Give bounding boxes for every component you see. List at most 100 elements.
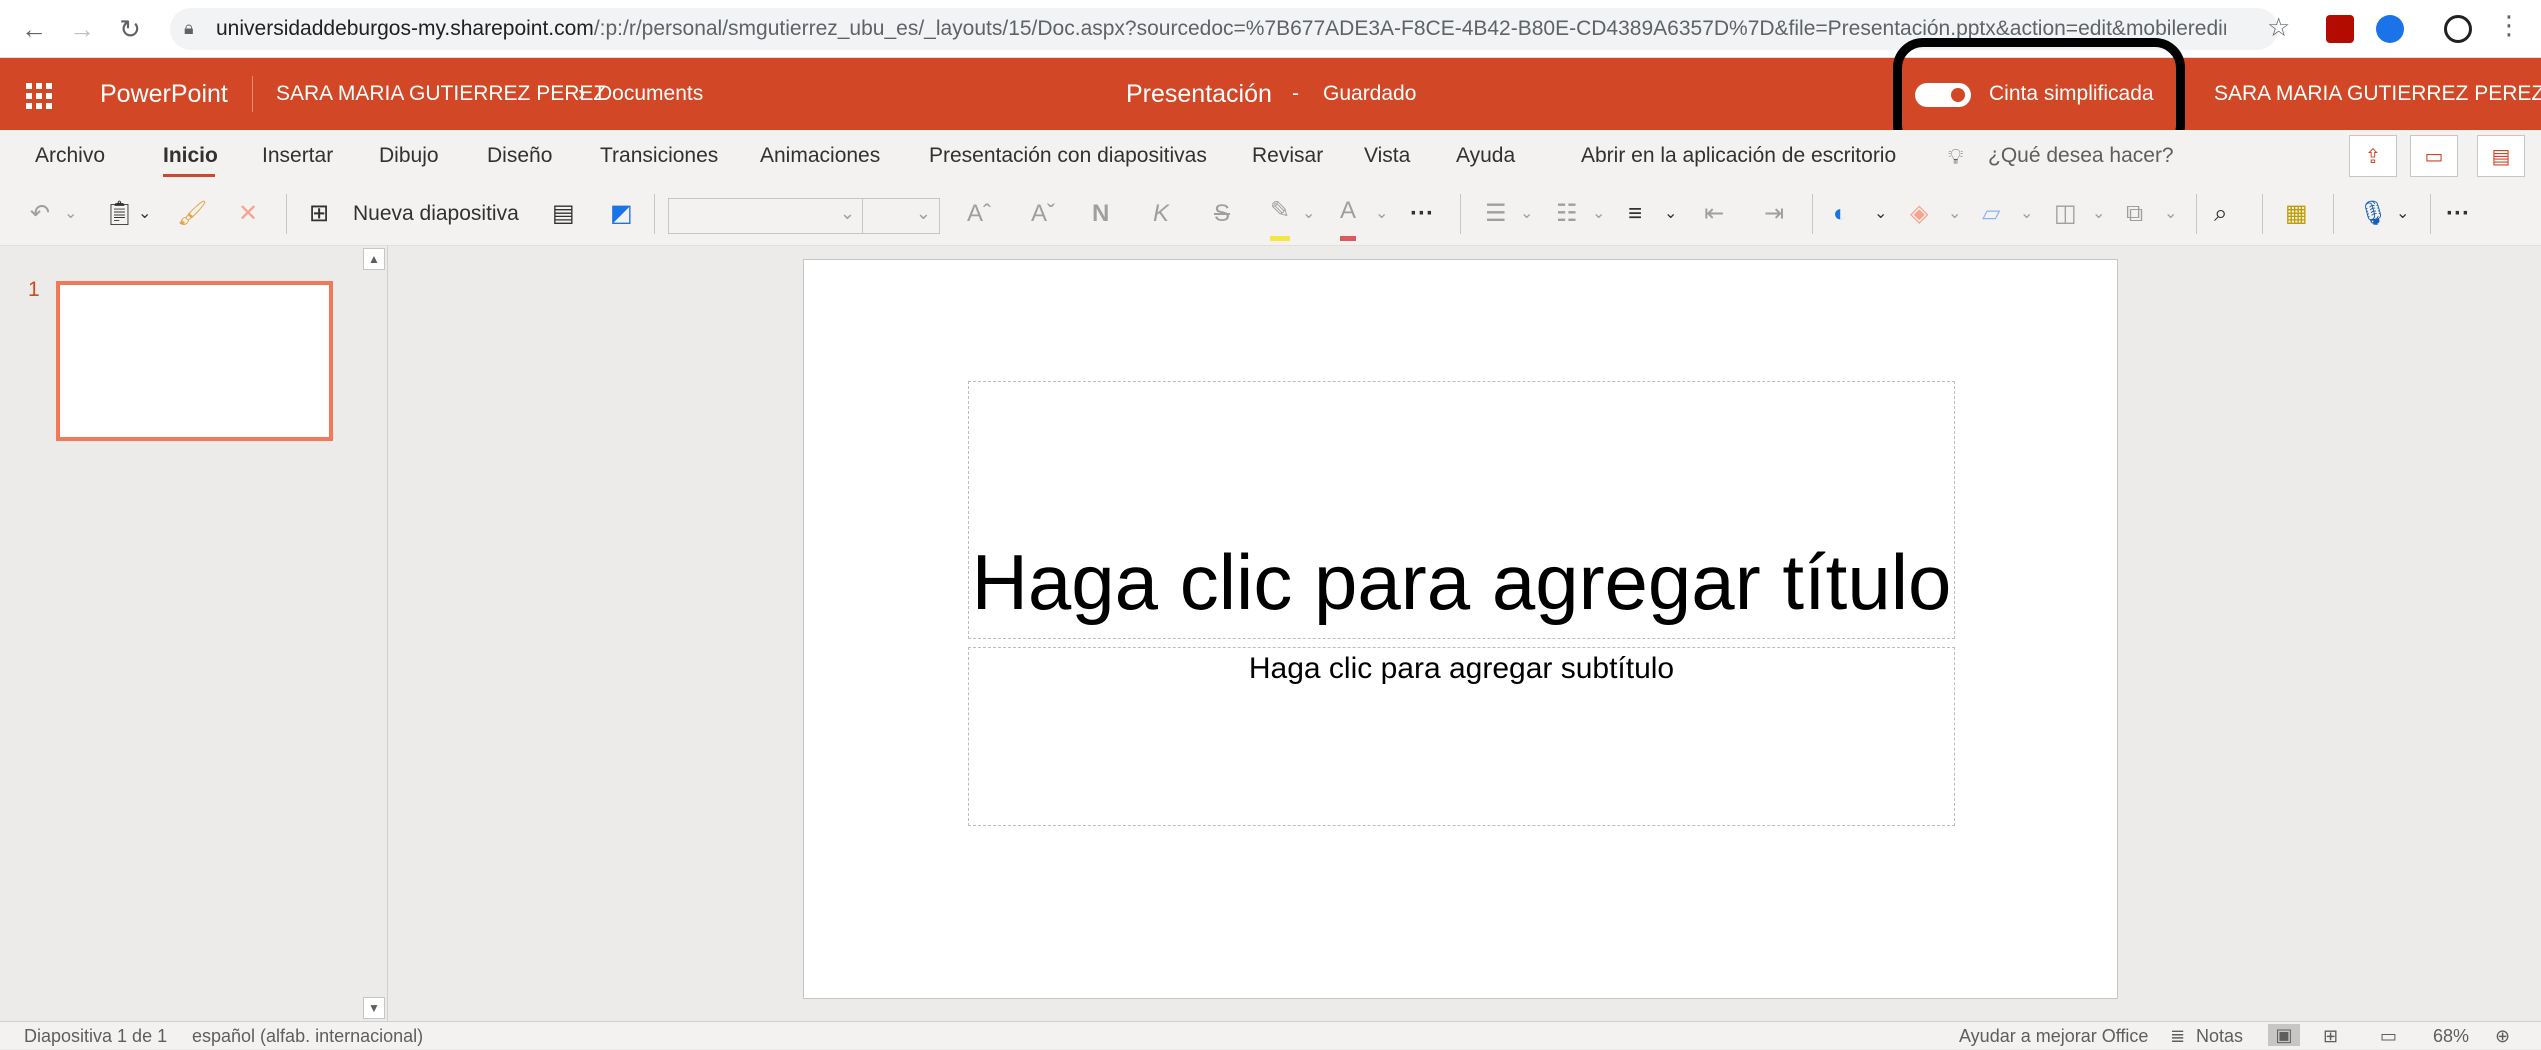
highlight-icon[interactable]: ✎ <box>1270 186 1291 241</box>
comments-icon[interactable]: ▭ <box>2410 135 2458 177</box>
tab-animaciones[interactable]: Animaciones <box>760 130 880 182</box>
dictate-dropdown-chevron-icon[interactable]: ⌄ <box>2396 182 2409 246</box>
design-ideas-icon[interactable]: ◩ <box>610 182 633 246</box>
new-slide-button[interactable]: Nueva diapositiva <box>353 182 519 246</box>
forward-arrow-icon[interactable]: → <box>67 14 97 44</box>
align-icon[interactable]: ≡ <box>1628 182 1642 246</box>
simplified-ribbon-toggle[interactable] <box>1915 83 1971 107</box>
paste-icon[interactable]: 📋︎ <box>104 182 134 246</box>
toolbar-separator <box>286 194 287 234</box>
app-header: PowerPoint SARA MARIA GUTIERREZ PEREZ › … <box>0 58 2541 130</box>
more-options-icon[interactable]: ··· <box>2446 182 2470 246</box>
app-name[interactable]: PowerPoint <box>100 58 228 130</box>
slide-sorter-icon[interactable]: ⊞ <box>2323 1022 2338 1050</box>
tab-vista[interactable]: Vista <box>1364 130 1410 182</box>
url-text[interactable]: universidaddeburgos-my.sharepoint.com/:p… <box>216 8 2226 50</box>
thumbnail-scrollbar[interactable] <box>363 246 385 1021</box>
tab-insertar[interactable]: Insertar <box>262 130 333 182</box>
shape-effects-icon[interactable]: ◫ <box>2054 182 2077 246</box>
reload-icon[interactable]: ↻ <box>115 14 145 44</box>
numbering-dropdown-chevron-icon[interactable]: ⌄ <box>1592 182 1605 246</box>
present-icon[interactable]: ▤ <box>2477 135 2525 177</box>
increase-font-icon[interactable]: Aˆ <box>967 182 991 246</box>
subtitle-placeholder[interactable]: Haga clic para agregar subtítulo <box>968 647 1955 826</box>
lightbulb-icon: 💡︎ <box>1948 144 1964 169</box>
format-painter-icon[interactable]: 🖌︎ <box>177 182 207 246</box>
back-arrow-icon[interactable]: ← <box>19 14 49 44</box>
app-launcher-icon[interactable] <box>26 83 52 109</box>
bullets-icon[interactable]: ☰ <box>1485 182 1507 246</box>
simplified-ribbon-label[interactable]: Cinta simplificada <box>1989 58 2154 130</box>
bullets-dropdown-chevron-icon[interactable]: ⌄ <box>1520 182 1533 246</box>
document-title[interactable]: Presentación <box>1126 58 1272 130</box>
search-icon[interactable]: ⌕ <box>2214 182 2227 246</box>
breadcrumb-folder[interactable]: Documents <box>597 58 703 130</box>
notes-button[interactable]: Notas <box>2196 1022 2243 1050</box>
increase-indent-icon[interactable]: ⇥ <box>1764 182 1784 246</box>
user-name[interactable]: SARA MARIA GUTIERREZ PEREZ <box>2214 58 2541 130</box>
font-name-dropdown[interactable]: ⌄ <box>668 198 864 234</box>
browser-menu-icon[interactable]: ⋮ <box>2496 10 2522 41</box>
shape-effects-dropdown-chevron-icon[interactable]: ⌄ <box>2092 182 2105 246</box>
bold-icon[interactable]: N <box>1092 182 1109 246</box>
shape-outline-icon[interactable]: ▱ <box>1982 182 2000 246</box>
title-placeholder[interactable]: Haga clic para agregar título <box>968 381 1955 639</box>
layout-icon[interactable]: ▤ <box>552 182 575 246</box>
scroll-down-icon[interactable]: ▼ <box>363 997 385 1019</box>
numbering-icon[interactable]: ☷ <box>1556 182 1578 246</box>
star-icon[interactable]: ☆ <box>2267 12 2290 43</box>
language-status[interactable]: español (alfab. internacional) <box>192 1022 423 1050</box>
decrease-indent-icon[interactable]: ⇤ <box>1704 182 1724 246</box>
tab-transiciones[interactable]: Transiciones <box>600 130 718 182</box>
more-font-options-icon[interactable]: ··· <box>1410 182 1434 246</box>
zoom-level[interactable]: 68% <box>2433 1022 2469 1050</box>
undo-icon[interactable]: ↶ <box>30 182 50 246</box>
designer-icon[interactable]: ▦ <box>2285 182 2308 246</box>
shape-fill-icon[interactable]: ◈ <box>1910 182 1928 246</box>
shapes-icon[interactable]: ◐ <box>1833 182 1848 246</box>
font-color-icon[interactable]: A <box>1340 186 1357 241</box>
font-size-dropdown[interactable]: ⌄ <box>862 198 940 234</box>
fit-to-window-icon[interactable]: ⊕ <box>2495 1022 2510 1050</box>
new-slide-icon[interactable]: ⊞ <box>309 182 329 246</box>
tab-dibujo[interactable]: Dibujo <box>379 130 439 182</box>
arrange-icon[interactable]: ⧉ <box>2126 182 2143 246</box>
align-dropdown-chevron-icon[interactable]: ⌄ <box>1664 182 1677 246</box>
notes-icon[interactable]: ≣ <box>2170 1022 2185 1050</box>
decrease-font-icon[interactable]: Aˇ <box>1031 182 1055 246</box>
italic-icon[interactable]: K <box>1153 182 1169 246</box>
tab-diseno[interactable]: Diseño <box>487 130 552 182</box>
profile-avatar-icon[interactable] <box>2444 15 2472 43</box>
shape-outline-dropdown-chevron-icon[interactable]: ⌄ <box>2020 182 2033 246</box>
tab-revisar[interactable]: Revisar <box>1252 130 1323 182</box>
open-desktop-link[interactable]: Abrir en la aplicación de escritorio <box>1581 130 1896 182</box>
tab-presentacion[interactable]: Presentación con diapositivas <box>929 130 1207 182</box>
slide-thumbnail[interactable] <box>56 281 333 441</box>
strikethrough-icon[interactable]: S <box>1214 182 1230 246</box>
share-icon[interactable]: ⇪ <box>2349 135 2397 177</box>
shapes-dropdown-chevron-icon[interactable]: ⌄ <box>1874 182 1887 246</box>
scroll-up-icon[interactable]: ▲ <box>363 248 385 270</box>
normal-view-icon[interactable]: ▣ <box>2268 1024 2300 1046</box>
arrange-dropdown-chevron-icon[interactable]: ⌄ <box>2164 182 2177 246</box>
undo-dropdown-chevron-icon[interactable]: ⌄ <box>64 182 77 246</box>
highlight-dropdown-chevron-icon[interactable]: ⌄ <box>1302 182 1315 246</box>
shape-fill-dropdown-chevron-icon[interactable]: ⌄ <box>1948 182 1961 246</box>
delete-icon[interactable]: ✕ <box>238 182 258 246</box>
reading-view-icon[interactable]: ▭ <box>2380 1022 2397 1050</box>
help-improve-office[interactable]: Ayudar a mejorar Office <box>1959 1022 2148 1050</box>
slide-canvas[interactable]: Haga clic para agregar título Haga clic … <box>803 259 2118 999</box>
tab-archivo[interactable]: Archivo <box>35 130 105 182</box>
dictate-microphone-icon[interactable]: 🎙︎ <box>2358 182 2388 246</box>
ribbon-toolbar: ↶ ⌄ 📋︎ ⌄ 🖌︎ ✕ ⊞ Nueva diapositiva ▤ ◩ ⌄ … <box>0 182 2541 246</box>
subtitle-placeholder-text[interactable]: Haga clic para agregar subtítulo <box>969 652 1954 686</box>
extension-icon[interactable] <box>2376 15 2404 43</box>
tell-me-search[interactable]: ¿Qué desea hacer? <box>1988 130 2174 182</box>
font-color-dropdown-chevron-icon[interactable]: ⌄ <box>1375 182 1388 246</box>
address-bar[interactable]: 🔒︎ universidaddeburgos-my.sharepoint.com… <box>170 8 2278 50</box>
paste-dropdown-chevron-icon[interactable]: ⌄ <box>138 182 151 246</box>
pdf-extension-icon[interactable] <box>2326 15 2354 43</box>
tab-ayuda[interactable]: Ayuda <box>1456 130 1515 182</box>
title-placeholder-text[interactable]: Haga clic para agregar título <box>969 537 1954 628</box>
breadcrumb-owner[interactable]: SARA MARIA GUTIERREZ PEREZ <box>276 58 606 130</box>
